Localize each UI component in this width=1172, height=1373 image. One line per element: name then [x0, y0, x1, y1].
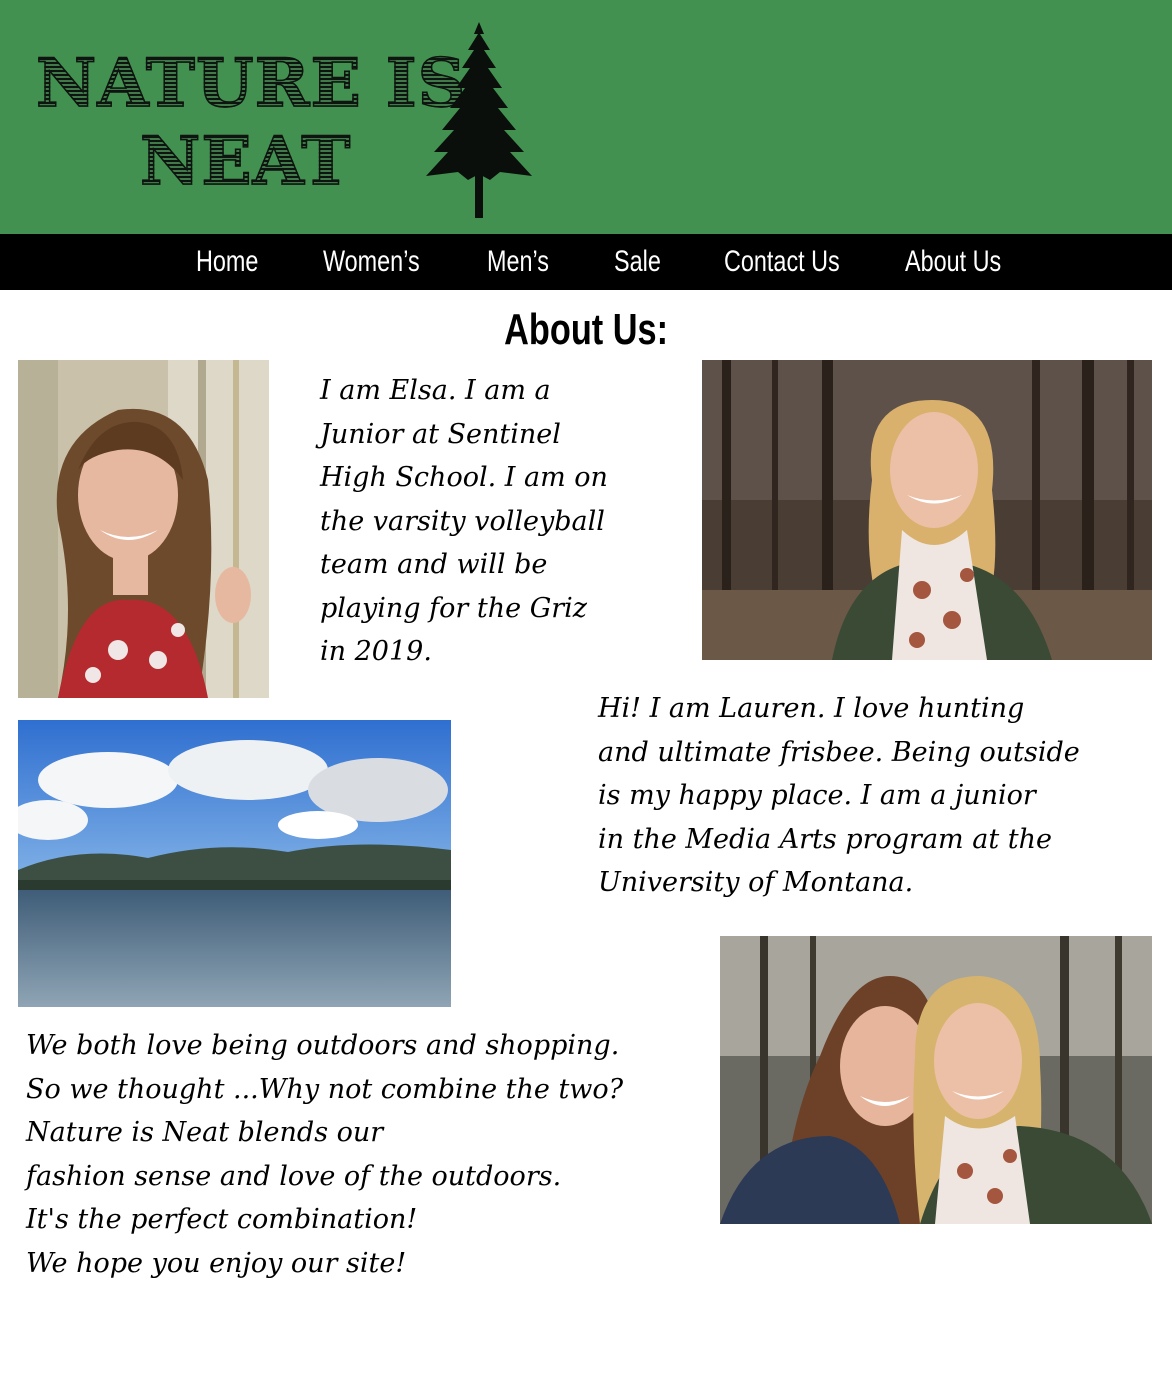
main-nav: Home Women’s Men’s Sale Contact Us About… [0, 234, 1172, 290]
elsa-photo [18, 360, 269, 698]
lauren-bio: Hi! I am Lauren. I love hunting and ulti… [598, 693, 1080, 898]
nav-item-womens[interactable]: Women’s [323, 234, 420, 290]
nav-item-contact-us[interactable]: Contact Us [724, 234, 840, 290]
nav-item-sale[interactable]: Sale [614, 234, 661, 290]
pine-tree-icon [426, 22, 532, 218]
page-title: About Us: [0, 305, 1172, 355]
lake-photo [18, 720, 451, 1007]
logo-text-line1[interactable]: NATURE IS [35, 49, 466, 117]
page-title-text: About Us: [504, 305, 668, 354]
selfie-photo [720, 936, 1152, 1224]
elsa-bio: I am Elsa. I am a Junior at Sentinel Hig… [320, 375, 608, 667]
closing-text: We both love being outdoors and shopping… [26, 1030, 624, 1279]
nav-item-mens[interactable]: Men’s [487, 234, 549, 290]
lauren-photo [702, 360, 1152, 660]
nav-item-home[interactable]: Home [196, 234, 258, 290]
logo-text-line2[interactable]: NEAT [139, 127, 351, 195]
nav-item-about-us[interactable]: About Us [905, 234, 1001, 290]
header-banner: NATURE IS NEAT [0, 0, 1172, 234]
